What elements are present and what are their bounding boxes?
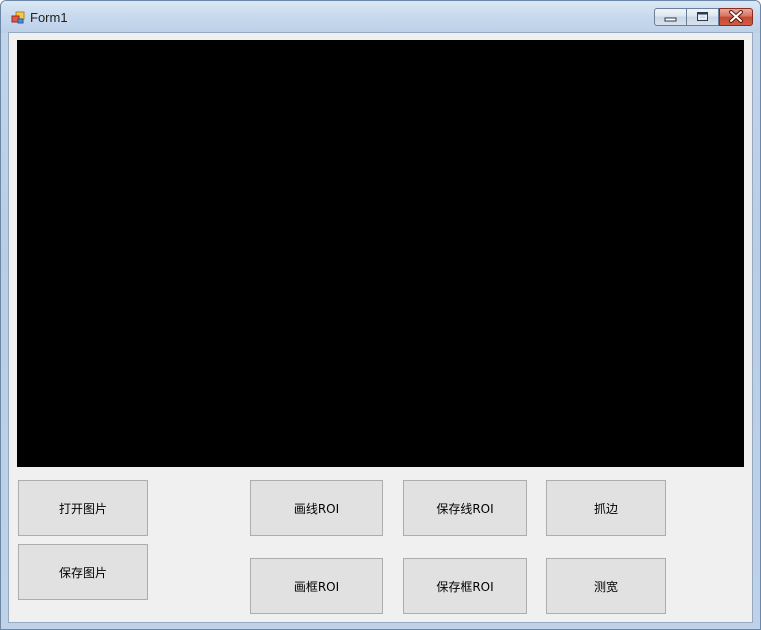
open-image-button[interactable]: 打开图片 <box>18 480 148 536</box>
draw-rect-roi-button[interactable]: 画框ROI <box>250 558 383 614</box>
windows-form-icon <box>11 11 25 24</box>
maximize-button[interactable] <box>687 8 719 26</box>
save-rect-roi-button[interactable]: 保存框ROI <box>403 558 527 614</box>
save-line-roi-button[interactable]: 保存线ROI <box>403 480 527 536</box>
title-bar[interactable]: Form1 <box>1 1 760 33</box>
image-display[interactable] <box>17 40 744 467</box>
draw-line-roi-button[interactable]: 画线ROI <box>250 480 383 536</box>
close-button[interactable] <box>719 8 753 26</box>
minimize-icon <box>664 17 677 22</box>
window-title: Form1 <box>30 10 68 25</box>
minimize-button[interactable] <box>654 8 687 26</box>
form-client-area: 打开图片 保存图片 画线ROI 画框ROI 保存线ROI 保存框ROI 抓边 测… <box>8 32 753 623</box>
measure-width-button[interactable]: 测宽 <box>546 558 666 614</box>
form-window: Form1 打开图片 保存图片 画线ROI 画框ROI 保存线ROI 保存框RO… <box>0 0 761 630</box>
maximize-icon <box>697 12 708 21</box>
edge-detect-button[interactable]: 抓边 <box>546 480 666 536</box>
close-icon <box>729 10 743 23</box>
save-image-button[interactable]: 保存图片 <box>18 544 148 600</box>
